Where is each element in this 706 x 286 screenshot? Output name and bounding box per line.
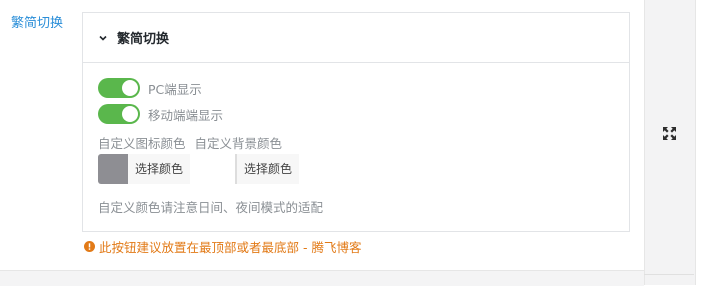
warning-text: 此按钮建议放置在最顶部或者最底部 - 腾飞博客 — [99, 240, 362, 255]
color-hint: 自定义颜色请注意日间、夜间模式的适配 — [98, 200, 324, 215]
background-color-button[interactable]: 选择颜色 — [237, 154, 300, 184]
mobile-display-toggle[interactable] — [98, 104, 140, 124]
chevron-down-icon[interactable] — [97, 32, 109, 44]
right-column-divider — [644, 274, 694, 286]
bottom-divider — [0, 270, 644, 286]
icon-color-caption: 自定义图标颜色 — [98, 136, 186, 151]
icon-color-picker[interactable]: 选择颜色 — [98, 154, 191, 184]
right-sidebar-column — [644, 0, 696, 285]
panel-header[interactable]: 繁简切换 — [83, 13, 629, 63]
info-circle-icon — [84, 241, 95, 252]
pc-display-label: PC端显示 — [148, 81, 202, 97]
color-captions-row: 自定义图标颜色 自定义背景颜色 — [98, 133, 282, 152]
mobile-display-label: 移动端端显示 — [148, 107, 224, 123]
background-color-caption: 自定义背景颜色 — [194, 136, 283, 151]
side-label: 繁简切换 — [11, 16, 64, 31]
pc-display-row: PC端显示 — [98, 78, 202, 98]
fullscreen-icon[interactable] — [663, 127, 676, 140]
settings-panel: 繁简切换 PC端显示 移动端端显示 自定义图标颜色 自定义背景颜色 选择颜色 选… — [82, 12, 630, 232]
icon-color-button[interactable]: 选择颜色 — [128, 154, 191, 184]
mobile-display-row: 移动端端显示 — [98, 104, 223, 124]
background-color-picker[interactable]: 选择颜色 — [235, 154, 300, 184]
placement-warning: 此按钮建议放置在最顶部或者最底部 - 腾飞博客 — [84, 237, 361, 256]
hint-row: 自定义颜色请注意日间、夜间模式的适配 — [98, 197, 323, 216]
icon-color-swatch[interactable] — [98, 154, 128, 184]
panel-title: 繁简切换 — [117, 32, 170, 47]
pc-display-toggle[interactable] — [98, 78, 140, 98]
